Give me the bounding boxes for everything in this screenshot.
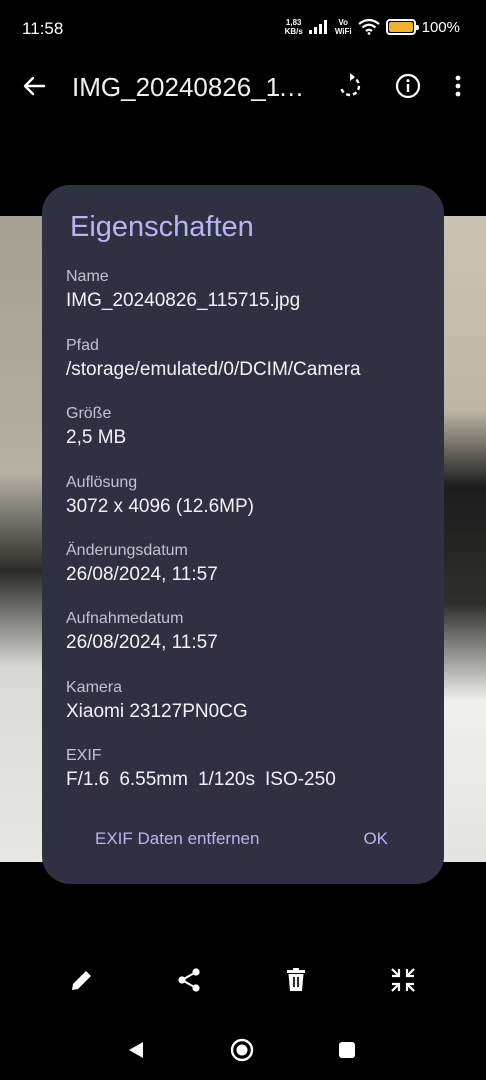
fullscreen-exit-button[interactable] — [389, 966, 417, 994]
property-name: Name IMG_20240826_115715.jpg — [66, 267, 300, 313]
nav-recents-icon — [339, 1042, 355, 1058]
nav-back-button[interactable] — [124, 1038, 148, 1062]
delete-button[interactable] — [282, 966, 310, 994]
edit-button[interactable] — [68, 966, 96, 994]
nav-recents-button[interactable] — [335, 1038, 359, 1062]
property-value: 3072 x 4096 (12.6MP) — [66, 496, 255, 517]
property-path: Pfad /storage/emulated/0/DCIM/Camera — [66, 336, 361, 382]
property-value: 26/08/2024, 11:57 — [66, 632, 218, 653]
remove-exif-button[interactable]: EXIF Daten entfernen — [95, 829, 259, 849]
dialog-title: Eigenschaften — [70, 211, 254, 243]
rotate-button[interactable] — [334, 70, 366, 102]
network-speed: 1,83 KB/s — [285, 18, 303, 36]
status-icons: 1,83 KB/s Vo WiFi 100% — [285, 18, 460, 36]
more-vert-icon — [455, 75, 461, 97]
property-label: Pfad — [66, 337, 99, 354]
exif-aperture: F/1.6 — [66, 769, 110, 790]
property-exif: EXIF F/1.6 6.55mm 1/120s ISO-250 — [66, 746, 336, 792]
property-value: 26/08/2024, 11:57 — [66, 564, 218, 585]
property-label: Kamera — [66, 679, 123, 696]
property-label: Aufnahmedatum — [66, 610, 184, 627]
nav-home-icon — [230, 1038, 254, 1062]
back-button[interactable] — [18, 70, 50, 102]
property-value: 2,5 MB — [66, 427, 127, 448]
more-options-button[interactable] — [446, 70, 470, 102]
net-speed-value: 1,83 — [285, 18, 302, 27]
ok-button[interactable]: OK — [363, 829, 388, 849]
info-icon — [395, 73, 421, 99]
property-value: Xiaomi 23127PN0CG — [66, 701, 248, 722]
nav-home-button[interactable] — [230, 1038, 254, 1062]
photo-right-area — [444, 216, 486, 862]
property-modified-date: Änderungsdatum 26/08/2024, 11:57 — [66, 541, 218, 587]
app-bar: IMG_20240826_115715.jpg — [0, 58, 486, 114]
back-arrow-icon — [23, 76, 46, 96]
property-label: Änderungsdatum — [66, 542, 188, 559]
dialog-actions: EXIF Daten entfernen OK — [42, 829, 444, 849]
file-title: IMG_20240826_115715.jpg — [72, 72, 312, 102]
property-value: IMG_20240826_115715.jpg — [66, 290, 301, 311]
property-camera: Kamera Xiaomi 23127PN0CG — [66, 678, 248, 724]
property-label: Auflösung — [66, 474, 138, 491]
system-nav-bar — [0, 1030, 486, 1070]
edit-icon — [72, 971, 91, 990]
property-label: Name — [66, 268, 109, 285]
cellular-signal-icon — [308, 20, 327, 34]
status-time: 11:58 — [22, 19, 64, 38]
nav-back-icon — [129, 1042, 143, 1058]
volte-bottom: WiFi — [334, 27, 352, 36]
properties-dialog: Eigenschaften Name IMG_20240826_115715.j… — [42, 185, 444, 884]
exif-focal-length: 6.55mm — [119, 769, 188, 790]
photo-left-area — [0, 216, 44, 862]
wifi-icon — [357, 19, 380, 35]
fullscreen-exit-icon — [391, 968, 415, 992]
battery-level — [388, 22, 413, 32]
property-capture-date: Aufnahmedatum 26/08/2024, 11:57 — [66, 609, 218, 655]
share-icon — [178, 968, 200, 992]
vowifi-indicator: Vo WiFi — [335, 18, 352, 36]
property-size: Größe 2,5 MB — [66, 404, 126, 450]
status-bar: 11:58 1,83 KB/s Vo WiFi 100% — [0, 0, 486, 58]
exif-values: F/1.6 6.55mm 1/120s ISO-250 — [66, 768, 336, 792]
bottom-toolbar — [0, 958, 486, 1002]
property-label: Größe — [66, 405, 112, 422]
share-button[interactable] — [175, 966, 203, 994]
property-resolution: Auflösung 3072 x 4096 (12.6MP) — [66, 473, 254, 519]
rotate-icon — [340, 73, 361, 97]
exif-shutter: 1/120s — [197, 769, 255, 790]
exif-label: EXIF — [66, 747, 102, 764]
info-button[interactable] — [392, 70, 424, 102]
battery-percent: 100% — [421, 18, 460, 36]
property-value: /storage/emulated/0/DCIM/Camera — [66, 359, 361, 380]
volte-top: Vo — [338, 18, 349, 27]
battery-icon — [385, 19, 419, 35]
net-speed-unit: KB/s — [284, 27, 303, 36]
delete-icon — [287, 968, 305, 991]
exif-iso: ISO-250 — [265, 769, 336, 790]
